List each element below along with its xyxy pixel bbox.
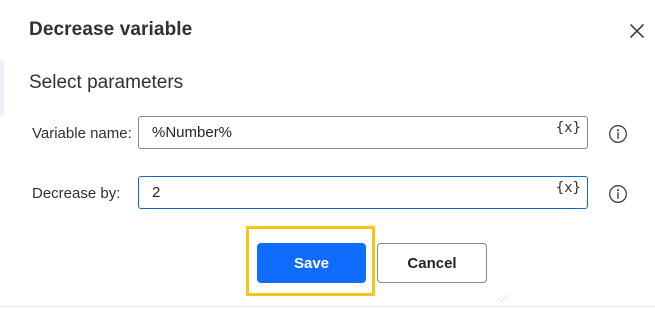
resize-grip[interactable]: ⋰ — [500, 294, 508, 303]
close-button[interactable] — [626, 20, 648, 42]
cancel-button[interactable]: Cancel — [377, 243, 487, 283]
info-icon[interactable] — [608, 184, 628, 204]
section-title: Select parameters — [29, 72, 184, 93]
variable-icon[interactable]: {x} — [556, 120, 581, 136]
dialog-title: Decrease variable — [29, 19, 193, 40]
bottom-divider — [0, 306, 655, 307]
variable-name-input[interactable]: %Number% {x} — [138, 116, 588, 149]
decrease-by-label: Decrease by: — [32, 185, 121, 202]
decrease-by-input[interactable]: 2 {x} — [138, 176, 588, 209]
variable-name-value: %Number% — [152, 124, 233, 141]
close-icon — [630, 24, 644, 38]
variable-icon[interactable]: {x} — [556, 180, 581, 196]
decrease-by-value: 2 — [152, 184, 161, 201]
left-accent-bar — [0, 60, 4, 116]
info-icon[interactable] — [608, 124, 628, 144]
variable-name-label: Variable name: — [32, 125, 132, 142]
save-button[interactable]: Save — [257, 243, 366, 283]
decrease-variable-dialog: Decrease variable Select parameters Vari… — [0, 0, 655, 309]
